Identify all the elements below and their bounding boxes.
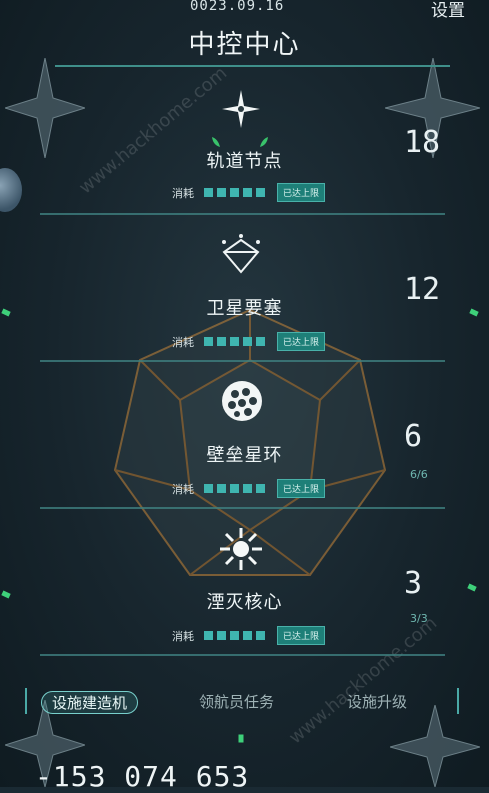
cost-pip xyxy=(217,484,226,493)
cost-pip xyxy=(204,484,213,493)
gem-icon xyxy=(238,734,244,743)
cost-pip xyxy=(243,337,252,346)
cost-label: 消耗 xyxy=(172,335,194,349)
bottom-tab-bar: 设施建造机 领航员任务 设施升级 xyxy=(25,688,459,714)
game-date: 0023.09.16 xyxy=(190,0,285,14)
cost-pip xyxy=(230,484,239,493)
cost-pip xyxy=(243,188,252,197)
top-bar: 0023.09.16 设置 xyxy=(0,0,489,21)
max-level-badge: 已达上限 xyxy=(277,183,326,202)
settings-button[interactable]: 设置 xyxy=(431,0,465,21)
cost-pip xyxy=(204,337,213,346)
title-divider xyxy=(55,65,450,67)
cost-pip xyxy=(217,631,226,640)
section-divider xyxy=(40,360,445,362)
cost-row: 消耗 已达上限 xyxy=(172,479,326,498)
star-sparkle-icon xyxy=(222,90,260,128)
cost-row: 消耗 已达上限 xyxy=(172,183,326,202)
facility-annihilation-core[interactable]: 湮灭核心 3 3/3 消耗 已达上限 xyxy=(0,524,489,654)
page-title: 中控中心 xyxy=(188,30,301,60)
facility-orbital-node[interactable]: 轨道节点 18 消耗 已达上限 xyxy=(0,85,489,215)
max-level-badge: 已达上限 xyxy=(277,479,326,498)
satellite-fortress-icon xyxy=(222,234,260,274)
cost-pip xyxy=(217,188,226,197)
section-divider xyxy=(40,654,445,656)
currency-amount: -153 074 653 xyxy=(35,760,250,793)
max-level-badge: 已达上限 xyxy=(277,626,326,645)
facility-count: 18 xyxy=(404,125,441,160)
facility-bastion-ring[interactable]: 壁垒星环 6 6/6 消耗 已达上限 xyxy=(0,377,489,507)
cost-row: 消耗 已达上限 xyxy=(172,626,326,645)
facility-capacity: 3/3 xyxy=(410,612,428,625)
section-divider xyxy=(40,507,445,509)
cost-pip xyxy=(230,631,239,640)
cost-pip xyxy=(256,631,265,640)
cost-pip xyxy=(256,484,265,493)
cost-pip xyxy=(230,337,239,346)
cost-pip xyxy=(217,337,226,346)
cost-pip xyxy=(256,337,265,346)
cost-pip xyxy=(256,188,265,197)
spaceship-icon xyxy=(390,705,480,787)
cost-row: 消耗 已达上限 xyxy=(172,332,326,351)
cost-pip xyxy=(204,188,213,197)
facility-count: 3 xyxy=(404,566,423,601)
cost-label: 消耗 xyxy=(172,186,194,200)
tab-quest[interactable]: 领航员任务 xyxy=(199,691,274,712)
facility-count: 6 xyxy=(404,419,423,454)
cost-pip xyxy=(230,188,239,197)
cost-pip xyxy=(243,631,252,640)
burst-core-icon xyxy=(220,528,262,570)
facility-satellite-fortress[interactable]: 卫星要塞 12 消耗 已达上限 xyxy=(0,230,489,360)
tab-upgrade[interactable]: 设施升级 xyxy=(347,691,407,712)
tab-build[interactable]: 设施建造机 xyxy=(41,691,139,714)
section-divider xyxy=(40,213,445,215)
max-level-badge: 已达上限 xyxy=(277,332,326,351)
cost-label: 消耗 xyxy=(172,482,194,496)
facility-count: 12 xyxy=(404,272,441,307)
cost-label: 消耗 xyxy=(172,629,194,643)
honeycomb-sphere-icon xyxy=(222,381,262,421)
facility-capacity: 6/6 xyxy=(410,468,428,481)
cost-pip xyxy=(204,631,213,640)
cost-pip xyxy=(243,484,252,493)
